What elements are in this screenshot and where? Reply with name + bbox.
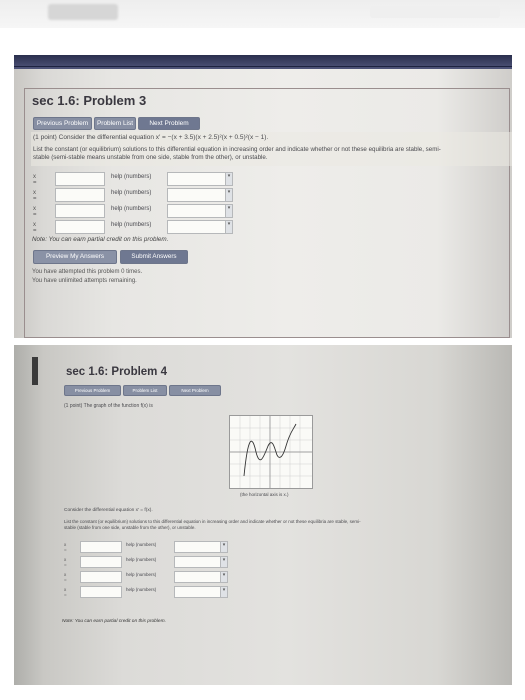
graph-plot	[230, 416, 312, 488]
row-label: x =	[64, 542, 67, 552]
partial-credit-note: Note: You can earn partial credit on thi…	[62, 619, 166, 624]
answer-input[interactable]	[80, 556, 122, 568]
instructions-line-2: stable (semi-stable means unstable from …	[33, 154, 268, 161]
previous-problem-button[interactable]: Previous Problem	[64, 385, 121, 396]
row-label: x =	[33, 222, 37, 234]
chevron-down-icon: ▾	[225, 189, 232, 201]
row-label: x =	[33, 174, 37, 186]
answer-input[interactable]	[80, 586, 122, 598]
help-link[interactable]: help (numbers)	[126, 542, 156, 547]
stability-select[interactable]: ▾	[174, 571, 228, 583]
differential-equation-text: Consider the differential equation x′ = …	[64, 508, 153, 513]
row-label: x =	[64, 557, 67, 567]
row-label: x =	[64, 587, 67, 597]
photo-problem-4: sec 1.6: Problem 4 Previous Problem Prob…	[14, 345, 512, 685]
row-label: x =	[33, 206, 37, 218]
problem-list-button[interactable]: Problem List	[123, 385, 167, 396]
problem-question: (1 point) Consider the differential equa…	[33, 134, 269, 141]
chevron-down-icon: ▾	[225, 221, 232, 233]
stability-select[interactable]: ▾	[167, 172, 233, 186]
stability-select[interactable]: ▾	[167, 220, 233, 234]
stability-select[interactable]: ▾	[167, 204, 233, 218]
chevron-down-icon: ▾	[220, 542, 227, 552]
row-label: x =	[33, 190, 37, 202]
previous-problem-button[interactable]: Previous Problem	[33, 117, 92, 130]
partial-credit-note: Note: You can earn partial credit on thi…	[32, 236, 169, 243]
submit-answers-button[interactable]: Submit Answers	[120, 250, 188, 264]
answer-input[interactable]	[55, 220, 105, 234]
left-edge-shadow	[32, 357, 38, 385]
blurred-url	[370, 6, 500, 18]
help-link[interactable]: help (numbers)	[111, 190, 151, 196]
stability-select[interactable]: ▾	[174, 556, 228, 568]
stability-select[interactable]: ▾	[174, 586, 228, 598]
instructions-line-1: List the constant (or equilibrium) solut…	[64, 519, 361, 524]
help-link[interactable]: help (numbers)	[111, 174, 151, 180]
function-graph	[229, 415, 313, 489]
browser-top-bar	[0, 0, 525, 28]
attempts-text: You have attempted this problem 0 times.	[32, 269, 143, 275]
problem-list-button[interactable]: Problem List	[94, 117, 136, 130]
stability-select[interactable]: ▾	[174, 541, 228, 553]
instructions-line-2: stable (stable from one side, unstable f…	[64, 525, 196, 530]
answer-input[interactable]	[55, 204, 105, 218]
page-header-bar	[14, 55, 512, 69]
answer-input[interactable]	[55, 188, 105, 202]
chevron-down-icon: ▾	[225, 173, 232, 185]
chevron-down-icon: ▾	[220, 557, 227, 567]
blurred-tab	[48, 4, 118, 20]
attempts-remaining-text: You have unlimited attempts remaining.	[32, 278, 137, 284]
next-problem-button[interactable]: Next Problem	[169, 385, 221, 396]
help-link[interactable]: help (numbers)	[126, 587, 156, 592]
answer-input[interactable]	[55, 172, 105, 186]
help-link[interactable]: help (numbers)	[126, 557, 156, 562]
chevron-down-icon: ▾	[225, 205, 232, 217]
page-title: sec 1.6: Problem 3	[32, 93, 147, 108]
row-label: x =	[64, 572, 67, 582]
next-problem-button[interactable]: Next Problem	[138, 117, 200, 130]
chevron-down-icon: ▾	[220, 572, 227, 582]
answer-input[interactable]	[80, 541, 122, 553]
stability-select[interactable]: ▾	[167, 188, 233, 202]
help-link[interactable]: help (numbers)	[111, 206, 151, 212]
answer-input[interactable]	[80, 571, 122, 583]
axis-note: (the horizontal axis is x.)	[240, 492, 289, 497]
problem-question: (1 point) The graph of the function f(x)…	[64, 403, 153, 409]
page-title: sec 1.6: Problem 4	[66, 366, 167, 378]
help-link[interactable]: help (numbers)	[126, 572, 156, 577]
preview-answers-button[interactable]: Preview My Answers	[33, 250, 117, 264]
instructions-line-1: List the constant (or equilibrium) solut…	[33, 146, 441, 153]
help-link[interactable]: help (numbers)	[111, 222, 151, 228]
chevron-down-icon: ▾	[220, 587, 227, 597]
photo-problem-3: sec 1.6: Problem 3 Previous Problem Prob…	[14, 55, 512, 338]
